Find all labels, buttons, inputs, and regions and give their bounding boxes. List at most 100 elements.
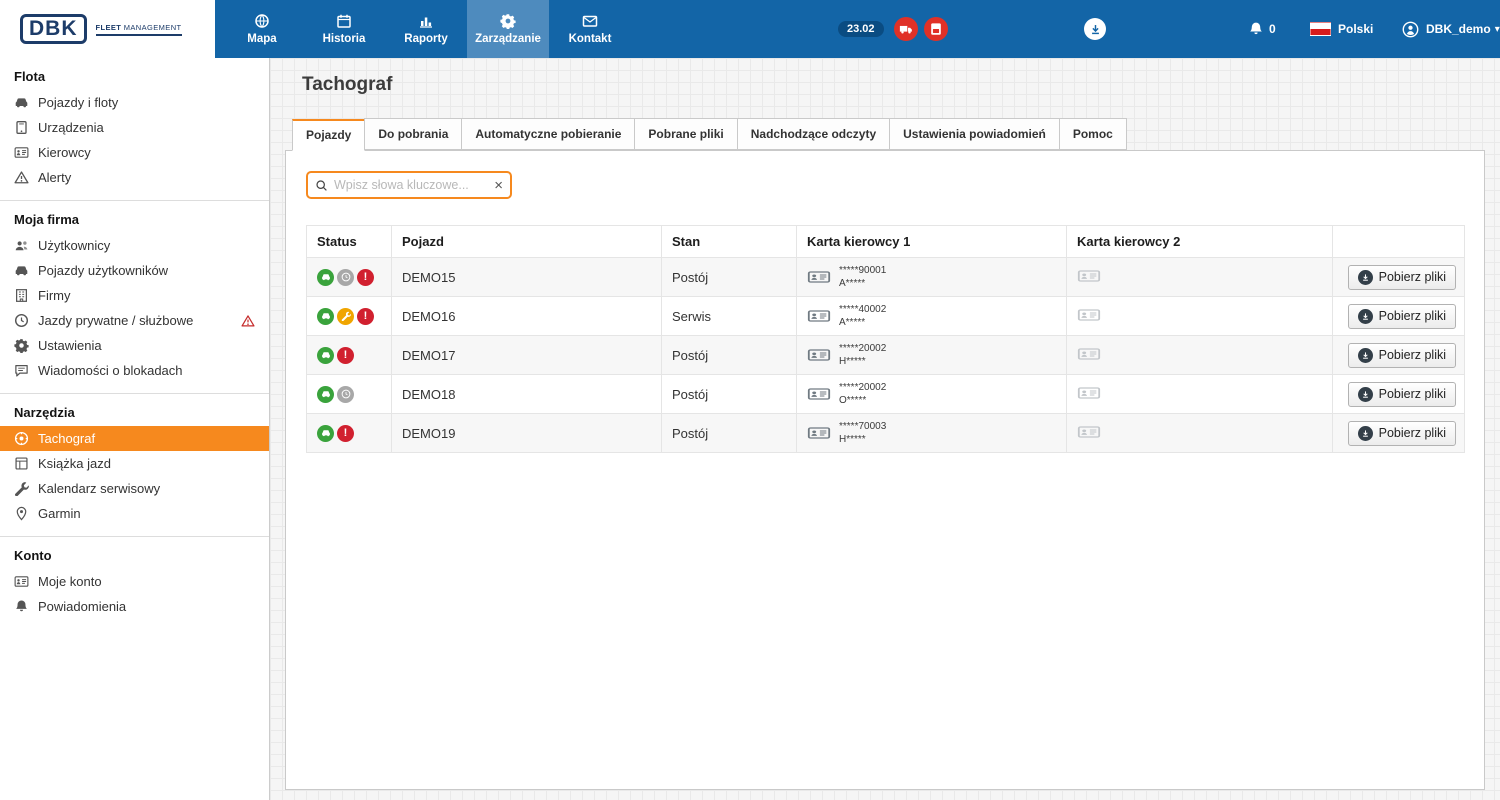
download-files-button[interactable]: Pobierz pliki <box>1347 303 1456 329</box>
clear-search-icon[interactable]: × <box>494 178 503 193</box>
vehicle-table: Status Pojazd Stan Karta kierowcy 1 Karta ki… <box>306 225 1465 453</box>
driver-card-icon <box>929 22 943 36</box>
warning-icon <box>14 170 29 185</box>
search-input[interactable] <box>334 178 489 192</box>
chart-icon <box>418 13 434 29</box>
vehicle-name: DEMO19 <box>402 425 456 441</box>
red-alert-status-icon: ! <box>357 307 374 325</box>
bell-icon <box>14 599 29 614</box>
tab-automatyczne-pobieranie[interactable]: Automatyczne pobieranie <box>461 118 636 150</box>
sidebar-item-ustawienia[interactable]: Ustawienia <box>0 333 269 358</box>
card-number-line1: *****20002 <box>839 343 887 354</box>
status-cell: ! <box>317 268 381 286</box>
language-selector[interactable]: Polski <box>1310 0 1373 58</box>
sidebar-section: Narzędzia Tachograf Książka jazd Kalenda… <box>0 393 269 526</box>
nav-raporty[interactable]: Raporty <box>385 0 467 58</box>
gear-icon <box>500 13 516 29</box>
vehicle-name: DEMO18 <box>402 386 456 402</box>
tabs: Pojazdy Do pobrania Automatyczne pobiera… <box>292 118 1127 151</box>
driver-card-2-icon <box>1077 424 1101 440</box>
sidebar-section-title: Narzędzia <box>14 405 75 420</box>
driver-card-1-cell: *****20002 H***** <box>807 342 1056 368</box>
driver-card-badge[interactable] <box>924 17 948 41</box>
sidebar-item-jazdy-prywatne-służbowe[interactable]: Jazdy prywatne / służbowe <box>0 308 269 333</box>
user-name: DBK_demo <box>1426 22 1491 36</box>
truck-badge[interactable] <box>894 17 918 41</box>
red-alert-status-icon: ! <box>337 346 354 364</box>
download-files-button[interactable]: Pobierz pliki <box>1347 342 1456 368</box>
sidebar-item-urządzenia[interactable]: Urządzenia <box>0 115 269 140</box>
download-files-button[interactable]: Pobierz pliki <box>1347 264 1456 290</box>
status-cell: ! <box>317 424 381 442</box>
driver-card-1-cell: *****20002 O***** <box>807 381 1056 407</box>
table-row: ! DEMO16 Serwis *****40002 A***** Pobierz… <box>306 296 1465 336</box>
sidebar-item-tachograf[interactable]: Tachograf <box>0 426 269 451</box>
tab-do-pobrania[interactable]: Do pobrania <box>364 118 463 150</box>
download-icon <box>1357 386 1373 402</box>
gray-clock-status-icon <box>337 268 354 286</box>
download-icon <box>1089 23 1102 36</box>
driver-card-2-icon <box>1077 307 1101 323</box>
sidebar-item-alerty[interactable]: Alerty <box>0 165 269 190</box>
nav-mapa[interactable]: Mapa <box>221 0 303 58</box>
column-header: Pojazd <box>391 225 662 258</box>
table-body: ! DEMO15 Postój *****90001 A***** Pobierz… <box>306 257 1465 453</box>
tab-pomoc[interactable]: Pomoc <box>1058 118 1127 150</box>
notification-count: 0 <box>1269 22 1276 36</box>
tab-pojazdy[interactable]: Pojazdy <box>292 119 366 151</box>
sidebar-item-pojazdy-użytkowników[interactable]: Pojazdy użytkowników <box>0 258 269 283</box>
sidebar-section-title: Flota <box>14 69 46 84</box>
table-header-row: Status Pojazd Stan Karta kierowcy 1 Karta ki… <box>306 225 1465 258</box>
driver-card-icon <box>807 425 831 441</box>
app-logo: DBK FLEET MANAGEMENT <box>0 0 215 58</box>
vehicle-state: Postój <box>672 425 709 441</box>
card-number-line2: O***** <box>839 395 867 406</box>
driver-card-1-cell: *****40002 A***** <box>807 303 1056 329</box>
vehicle-state: Postój <box>672 347 709 363</box>
driver-card-icon <box>807 308 831 324</box>
notifications-group[interactable]: 0 <box>1248 0 1276 58</box>
sidebar-section: Flota Pojazdy i floty Urządzenia Kierowc… <box>0 58 269 190</box>
gray-clock-status-icon <box>337 385 354 403</box>
sidebar-item-firmy[interactable]: Firmy <box>0 283 269 308</box>
warning-icon <box>241 314 255 328</box>
bell-icon <box>1248 21 1264 37</box>
globe-icon <box>254 13 270 29</box>
sidebar-item-pojazdy-i-floty[interactable]: Pojazdy i floty <box>0 90 269 115</box>
status-cell: ! <box>317 307 381 325</box>
tab-nadchodzące-odczyty[interactable]: Nadchodzące odczyty <box>736 118 891 150</box>
sidebar-item-książka-jazd[interactable]: Książka jazd <box>0 451 269 476</box>
sidebar-item-użytkownicy[interactable]: Użytkownicy <box>0 233 269 258</box>
idcard-icon <box>14 574 29 589</box>
sidebar-item-moje-konto[interactable]: Moje konto <box>0 569 269 594</box>
download-icon <box>1357 269 1373 285</box>
nav-historia[interactable]: Historia <box>303 0 385 58</box>
download-circle-button[interactable] <box>1084 18 1106 40</box>
sidebar-item-kierowcy[interactable]: Kierowcy <box>0 140 269 165</box>
download-files-button[interactable]: Pobierz pliki <box>1347 420 1456 446</box>
sidebar-item-kalendarz-serwisowy[interactable]: Kalendarz serwisowy <box>0 476 269 501</box>
driver-card-2-icon <box>1077 268 1101 284</box>
user-icon <box>1402 21 1419 38</box>
top-nav: Mapa Historia Raporty Zarządzanie Kontak… <box>221 0 631 58</box>
sidebar-item-powiadomienia[interactable]: Powiadomienia <box>0 594 269 619</box>
nav-kontakt[interactable]: Kontakt <box>549 0 631 58</box>
table-row: DEMO18 Postój *****20002 O***** Pobierz p… <box>306 374 1465 414</box>
car-icon <box>14 95 29 110</box>
tab-pobrane-pliki[interactable]: Pobrane pliki <box>634 118 738 150</box>
user-menu[interactable]: DBK_demo ▾ <box>1402 0 1500 58</box>
vehicle-state: Postój <box>672 269 709 285</box>
envelope-icon <box>582 13 598 29</box>
nav-zarządzanie[interactable]: Zarządzanie <box>467 0 549 58</box>
sidebar-item-wiadomości-o-blokadach[interactable]: Wiadomości o blokadach <box>0 358 269 383</box>
yellow-wrench-status-icon <box>337 307 354 325</box>
gear-icon <box>14 338 29 353</box>
card-number-line1: *****90001 <box>839 265 887 276</box>
card-number-line2: H***** <box>839 356 866 367</box>
driver-card-icon <box>807 269 831 285</box>
sidebar-item-garmin[interactable]: Garmin <box>0 501 269 526</box>
tab-ustawienia-powiadomień[interactable]: Ustawienia powiadomień <box>889 118 1060 150</box>
download-files-button[interactable]: Pobierz pliki <box>1347 381 1456 407</box>
column-header: Karta kierowcy 2 <box>1066 225 1333 258</box>
search-box: × <box>306 171 512 199</box>
